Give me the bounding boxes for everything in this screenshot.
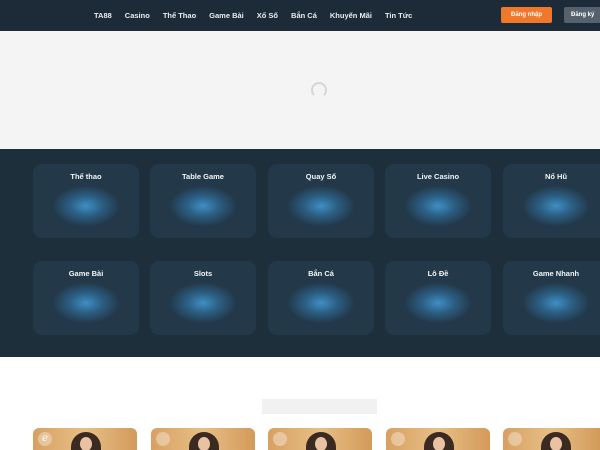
nav-item-game-bai[interactable]: Game Bài [209,11,244,20]
category-glow [288,186,354,226]
category-label: Game Nhanh [532,269,580,278]
dealer-face [433,437,445,450]
category-label: Thể thao [70,172,102,181]
banner-area [0,31,600,149]
dealer-face [198,437,210,450]
category-card-quay-so[interactable]: Quay Số [268,164,374,238]
category-label: Slots [193,269,213,278]
main-nav: TA88 Casino Thể Thao Game Bài Xổ Số Bắn … [94,0,425,31]
category-card-table-game[interactable]: Table Game [150,164,256,238]
category-glow [405,283,471,323]
brand-logo-icon [508,432,522,446]
category-label: Quay Số [305,172,337,181]
dealer-card[interactable] [151,428,255,450]
brand-logo-icon [391,432,405,446]
nav-item-the-thao[interactable]: Thể Thao [163,11,196,20]
nav-item-casino[interactable]: Casino [125,11,150,20]
category-label: Nổ Hũ [544,172,568,181]
dealer-card[interactable]: e [33,428,137,450]
category-label: Live Casino [416,172,460,181]
category-label: Lô Đề [427,269,449,278]
e-logo-icon: e [38,432,52,446]
nav-item-xo-so[interactable]: Xổ Số [257,11,278,20]
dealer-card[interactable] [386,428,490,450]
brand-logo-icon [156,432,170,446]
category-card-no-hu[interactable]: Nổ Hũ [503,164,600,238]
spinner-icon [311,82,327,98]
dealer-card[interactable] [503,428,600,450]
nav-item-ban-ca[interactable]: Bắn Cá [291,11,317,20]
category-card-live-casino[interactable]: Live Casino [385,164,491,238]
dealer-face [550,437,562,450]
brand-logo-icon [273,432,287,446]
category-glow [523,186,589,226]
dealer-face [315,437,327,450]
category-glow [523,283,589,323]
top-header: TA88 Casino Thể Thao Game Bài Xổ Số Bắn … [0,0,600,31]
category-label: Bắn Cá [308,269,334,278]
nav-item-tin-tuc[interactable]: Tin Tức [385,11,412,20]
category-glow [170,186,236,226]
category-glow [53,186,119,226]
category-card-slots[interactable]: Slots [150,261,256,335]
login-button[interactable]: Đăng nhập [501,7,552,23]
register-button[interactable]: Đăng ký [564,7,600,23]
category-card-the-thao[interactable]: Thể thao [33,164,139,238]
section-title-placeholder [262,399,377,414]
nav-item-khuyen-mai[interactable]: Khuyến Mãi [330,11,372,20]
category-card-ban-ca[interactable]: Bắn Cá [268,261,374,335]
category-label: Game Bài [68,269,104,278]
category-card-game-bai[interactable]: Game Bài [33,261,139,335]
category-glow [170,283,236,323]
dealer-card[interactable] [268,428,372,450]
dealer-face [80,437,92,450]
category-card-game-nhanh[interactable]: Game Nhanh [503,261,600,335]
category-glow [53,283,119,323]
category-glow [288,283,354,323]
category-glow [405,186,471,226]
category-card-lo-de[interactable]: Lô Đề [385,261,491,335]
nav-item-ta88[interactable]: TA88 [94,11,112,20]
category-label: Table Game [182,172,224,181]
